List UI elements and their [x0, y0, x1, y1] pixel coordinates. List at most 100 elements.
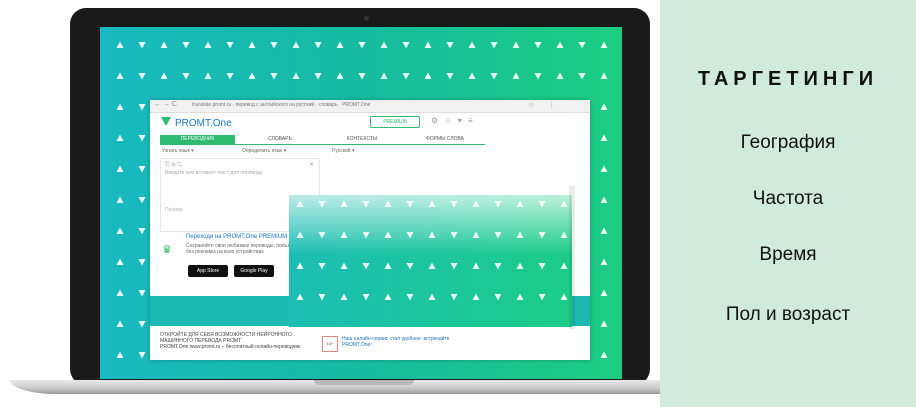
source-tool-icons[interactable]: ⎘ ⊕ ⇆	[165, 162, 182, 169]
triangle-down-icon	[138, 73, 146, 80]
triangle-down-icon	[226, 42, 234, 49]
triangle-down-icon	[318, 263, 326, 270]
triangle-up-icon	[116, 320, 124, 327]
triangle-up-icon	[472, 262, 480, 269]
language-row: Узнать язык ▾ Определить язык ▾ Русский …	[162, 148, 487, 156]
source-language-select[interactable]: Узнать язык ▾	[162, 148, 194, 154]
triangle-up-icon	[380, 41, 388, 48]
triangle-down-icon	[358, 73, 366, 80]
triangle-down-icon	[318, 294, 326, 301]
triangle-down-icon	[362, 263, 370, 270]
triangle-down-icon	[226, 73, 234, 80]
triangle-up-icon	[600, 320, 608, 327]
promt-tabs: ПЕРЕВОДЧИК СЛОВАРЬ КОНТЕКСТЫ ФОРМЫ СЛОВА	[160, 135, 485, 145]
triangle-up-icon	[516, 262, 524, 269]
triangle-up-icon	[512, 72, 520, 79]
triangle-up-icon	[160, 41, 168, 48]
triangle-down-icon	[450, 263, 458, 270]
triangle-down-icon	[138, 290, 146, 297]
triangle-down-icon	[446, 42, 454, 49]
triangle-down-icon	[538, 294, 546, 301]
tab-translator[interactable]: ПЕРЕВОДЧИК	[160, 135, 235, 144]
close-icon[interactable]: ✕	[309, 161, 314, 168]
promo-title[interactable]: Переходи на PROMT.One PREMIUM	[186, 234, 287, 240]
header-icons[interactable]: ⚙ ☆ ▾ ≡	[431, 116, 475, 125]
triangle-up-icon	[468, 72, 476, 79]
triangle-down-icon	[578, 42, 586, 49]
triangle-up-icon	[116, 258, 124, 265]
triangle-down-icon	[446, 73, 454, 80]
triangle-down-icon	[138, 42, 146, 49]
triangle-up-icon	[600, 289, 608, 296]
triangle-down-icon	[406, 263, 414, 270]
triangle-down-icon	[138, 197, 146, 204]
triangle-up-icon	[424, 41, 432, 48]
address-bar[interactable]: translate.promt.ru · перевод с английско…	[192, 102, 522, 110]
targeting-panel: ТАРГЕТИНГИ География Частота Время Пол и…	[660, 0, 916, 407]
nav-buttons[interactable]: ← → C	[154, 101, 177, 108]
triangle-down-icon	[362, 294, 370, 301]
news-link[interactable]: Наш онлайн-сервис стал удобнее: встречай…	[342, 336, 452, 348]
triangle-up-icon	[116, 103, 124, 110]
triangle-down-icon	[534, 42, 542, 49]
triangle-down-icon	[402, 73, 410, 80]
triangle-up-icon	[472, 293, 480, 300]
ad-text[interactable]: ОТКРОЙТЕ ДЛЯ СЕБЯ ВОЗМОЖНОСТИ НЕЙРОННОГО…	[160, 332, 310, 350]
triangle-up-icon	[560, 262, 568, 269]
triangle-up-icon	[336, 72, 344, 79]
triangle-up-icon	[428, 293, 436, 300]
tab-dictionary[interactable]: СЛОВАРЬ	[240, 135, 320, 144]
detect-language-select[interactable]: Определить язык ▾	[242, 148, 286, 154]
triangle-up-icon	[340, 293, 348, 300]
triangle-up-icon	[380, 72, 388, 79]
app-store-button[interactable]: App Store	[188, 265, 228, 277]
targeting-item-gender-age: Пол и возраст	[725, 304, 851, 325]
triangle-up-icon	[116, 227, 124, 234]
triangle-up-icon	[292, 41, 300, 48]
triangle-up-icon	[468, 41, 476, 48]
overlay-fade	[289, 195, 572, 255]
triangle-up-icon	[296, 293, 304, 300]
triangle-down-icon	[270, 73, 278, 80]
tab-word-forms[interactable]: ФОРМЫ СЛОВА	[405, 135, 485, 144]
triangle-up-icon	[600, 165, 608, 172]
triangle-down-icon	[138, 259, 146, 266]
triangle-up-icon	[556, 72, 564, 79]
premium-button[interactable]: PREMIUM	[370, 116, 420, 128]
triangle-up-icon	[384, 262, 392, 269]
triangle-down-icon	[270, 42, 278, 49]
promt-logo[interactable]: PROMT.One	[175, 118, 232, 129]
laptop-notch	[314, 380, 414, 385]
targeting-item-frequency: Частота	[752, 188, 824, 209]
triangle-down-icon	[138, 352, 146, 359]
source-placeholder: Введите или вставьте текст для перевода	[165, 170, 263, 176]
browser-menu-icons[interactable]: ☆ ⋮	[528, 101, 561, 109]
triangle-down-icon	[138, 321, 146, 328]
triangle-down-icon	[494, 294, 502, 301]
triangle-down-icon	[182, 42, 190, 49]
triangle-up-icon	[600, 134, 608, 141]
triangle-down-icon	[138, 228, 146, 235]
google-play-button[interactable]: Google Play	[234, 265, 274, 277]
tab-contexts[interactable]: КОНТЕКСТЫ	[322, 135, 402, 144]
triangle-up-icon	[336, 41, 344, 48]
triangle-up-icon	[116, 289, 124, 296]
ad-subline: PROMT.One www.promt.ru – бесплатный онла…	[160, 344, 301, 350]
triangle-up-icon	[560, 293, 568, 300]
triangle-down-icon	[538, 263, 546, 270]
triangle-up-icon	[600, 258, 608, 265]
targeting-title: ТАРГЕТИНГИ	[697, 68, 879, 90]
triangle-up-icon	[204, 41, 212, 48]
promt-header: PROMT.One PREMIUM ⚙ ☆ ▾ ≡	[150, 113, 590, 133]
triangle-up-icon	[600, 196, 608, 203]
triangle-up-icon	[292, 72, 300, 79]
target-language-select[interactable]: Русский ▾	[332, 148, 354, 154]
triangle-up-icon	[600, 41, 608, 48]
triangle-up-icon	[296, 262, 304, 269]
triangle-up-icon	[556, 41, 564, 48]
triangle-down-icon	[450, 294, 458, 301]
triangle-up-icon	[248, 41, 256, 48]
triangle-down-icon	[358, 42, 366, 49]
triangle-down-icon	[490, 73, 498, 80]
triangle-up-icon	[340, 262, 348, 269]
